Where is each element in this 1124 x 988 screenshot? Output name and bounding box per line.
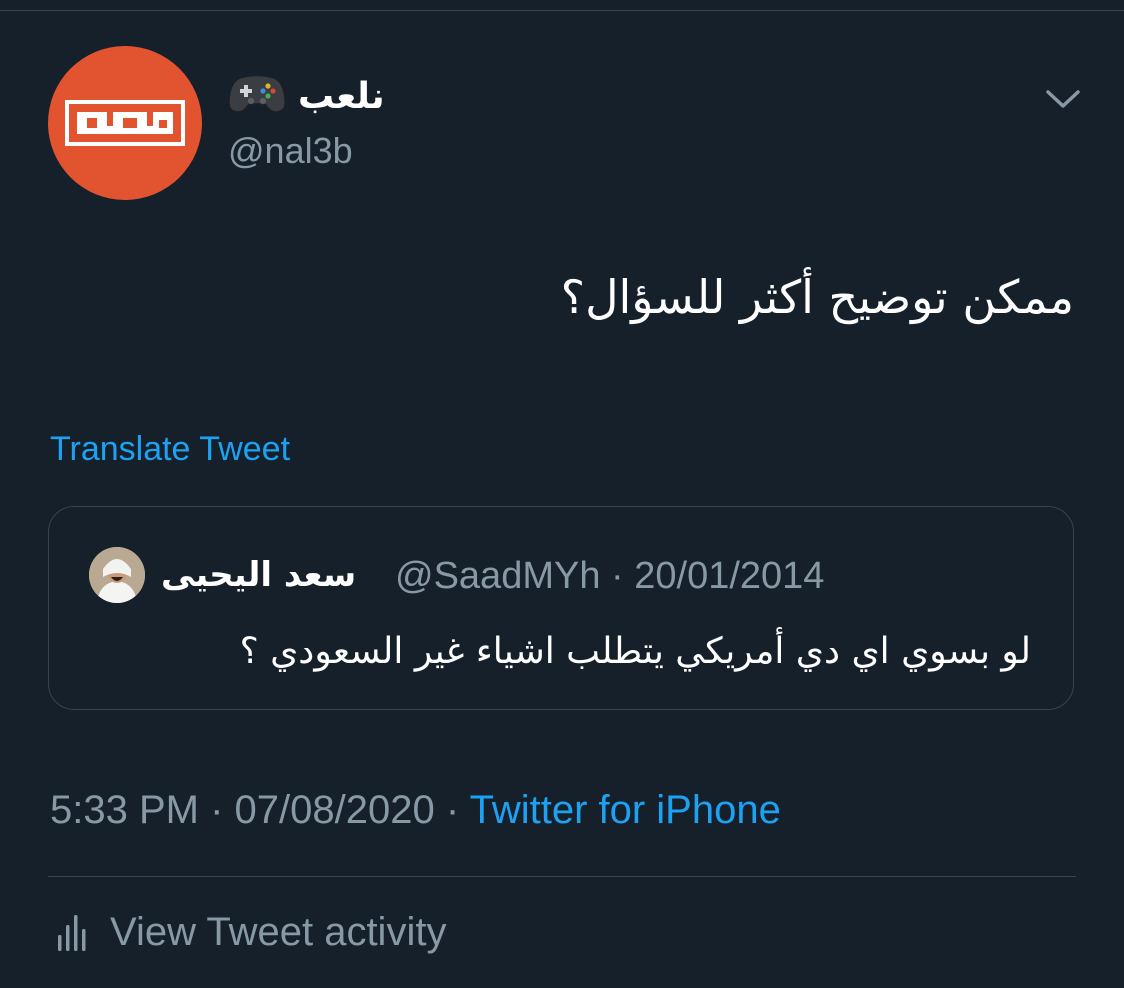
tweet-timestamp-row: 5:33 PM · 07/08/2020 · Twitter for iPhon… [50, 788, 781, 833]
top-divider [0, 10, 1124, 11]
view-tweet-activity-label: View Tweet activity [110, 910, 447, 954]
quoted-author-handle: @SaadMYh [395, 555, 601, 597]
quoted-author-avatar[interactable] [89, 547, 145, 603]
quoted-tweet-text: لو بسوي اي دي أمريكي يتطلب اشياء غير الس… [239, 631, 1031, 672]
video-game-controller-icon [228, 74, 286, 119]
author-handle[interactable]: @nal3b [228, 130, 353, 172]
author-display-name[interactable]: نلعب [298, 76, 385, 117]
quoted-tweet-meta: @SaadMYh · 20/01/2014 [395, 555, 824, 598]
tweet-source-link[interactable]: Twitter for iPhone [470, 788, 781, 832]
quoted-author-name: سعد اليحيى [161, 555, 357, 595]
display-name-row: نلعب [228, 74, 385, 119]
bar-chart-icon [58, 914, 86, 951]
tweet-text: ممكن توضيح أكثر للسؤال؟ [560, 270, 1074, 324]
timestamp-separator-1: · [210, 788, 224, 832]
timestamp-separator-2: · [445, 788, 460, 832]
translate-tweet-link[interactable]: Translate Tweet [50, 430, 290, 469]
chevron-down-icon[interactable] [1044, 86, 1082, 112]
quoted-tweet-date: 20/01/2014 [634, 555, 825, 597]
tweet-date: 07/08/2020 [234, 788, 435, 832]
quoted-meta-separator: · [611, 555, 624, 597]
tweet-time: 5:33 PM [50, 788, 199, 832]
author-avatar[interactable] [48, 46, 202, 200]
nal3b-logo-icon [65, 100, 185, 146]
view-tweet-activity-button[interactable]: View Tweet activity [56, 910, 446, 955]
quoted-tweet-card[interactable]: سعد اليحيى @SaadMYh · 20/01/2014 لو بسوي… [48, 506, 1074, 710]
bottom-divider [48, 876, 1076, 877]
